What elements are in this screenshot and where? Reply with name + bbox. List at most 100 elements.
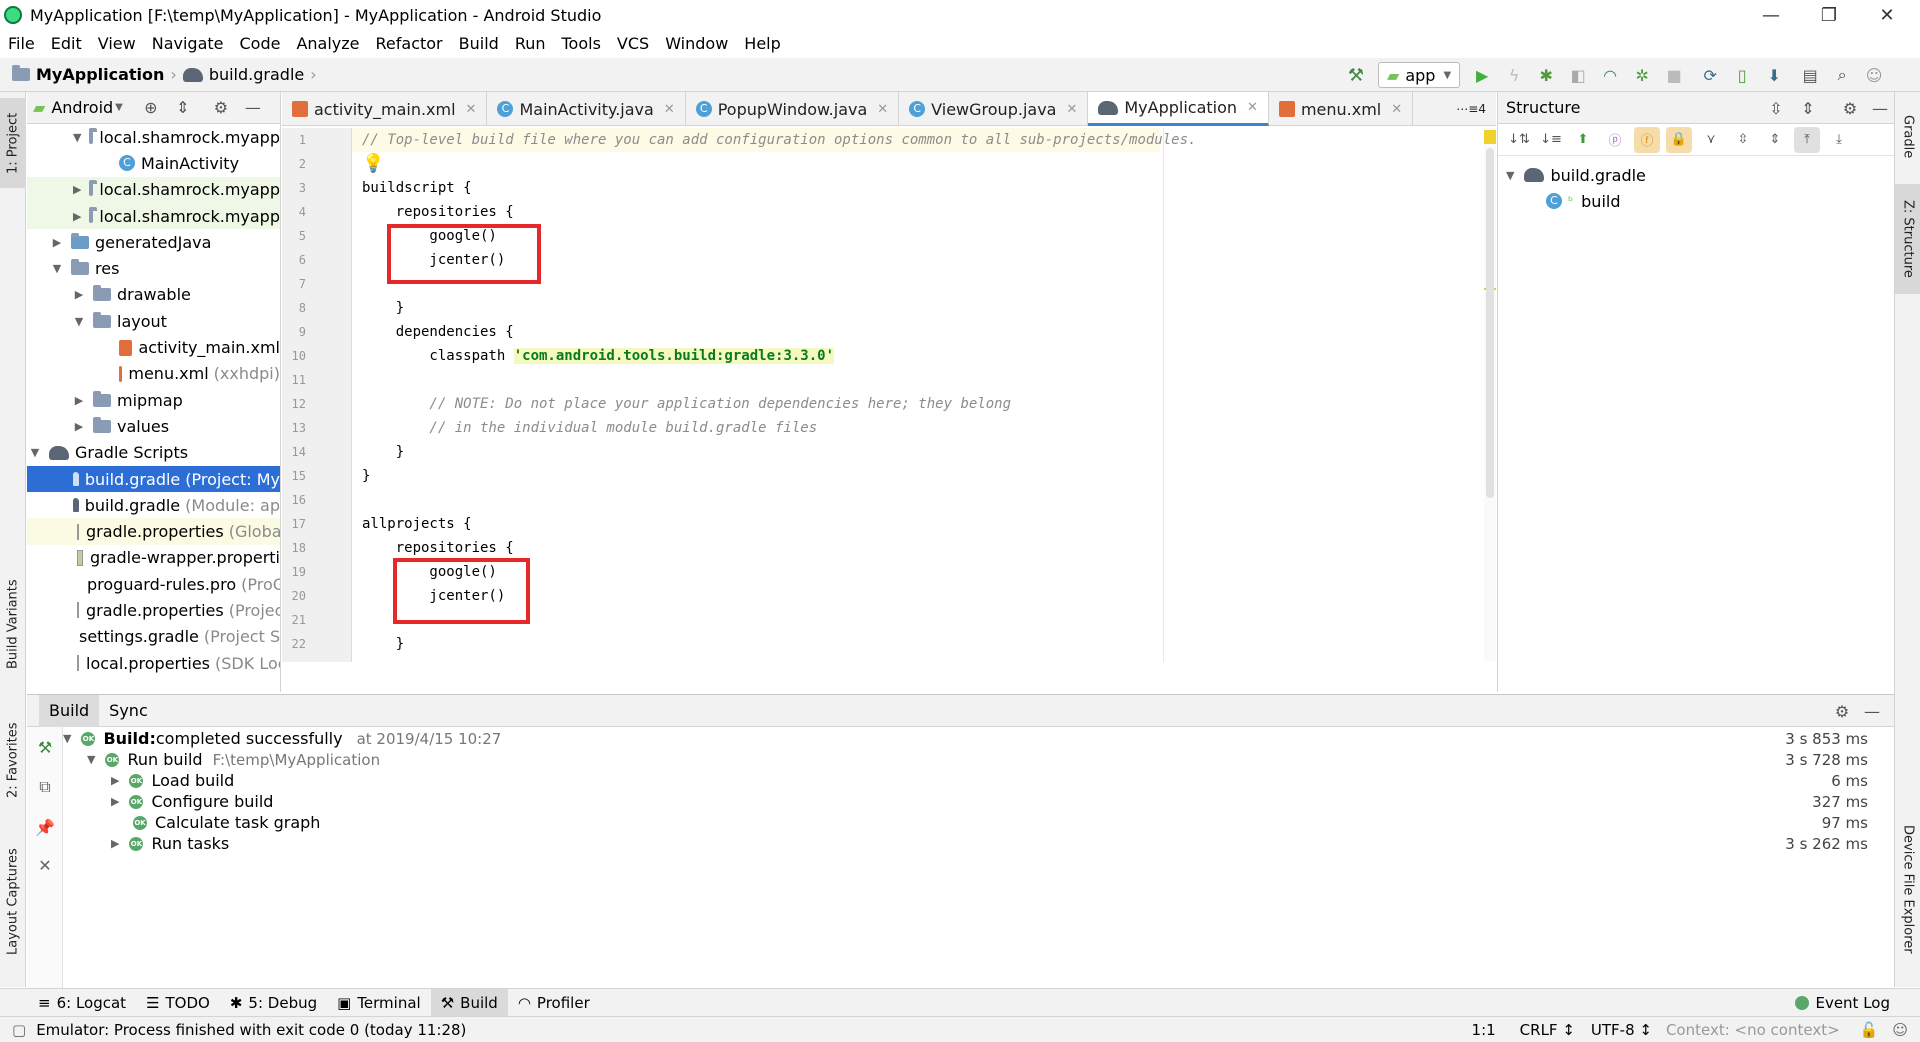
expand-arrow-icon[interactable]: ▼ [29,446,41,459]
menu-navigate[interactable]: Navigate [144,34,232,53]
tab-profiler[interactable]: ◠ Profiler [508,989,600,1017]
sort-alpha-icon[interactable]: ↓≡ [1538,127,1564,153]
tree-row[interactable]: ▶ local.shamrock.myapp [27,202,280,230]
menu-window[interactable]: Window [657,34,736,53]
tree-row[interactable]: menu.xml (xxhdpi) [27,361,280,387]
expand-arrow-icon[interactable]: ▶ [73,420,85,433]
expand-all-icon[interactable]: ⇳ [1730,127,1756,153]
show-non-public-icon[interactable]: 🔒 [1666,126,1692,153]
tree-row[interactable]: C MainActivity [27,150,280,176]
tree-row[interactable]: ▶ generatedJava [27,229,280,255]
tab-build-bottom[interactable]: ⚒ Build [430,988,508,1017]
close-tab-icon[interactable]: ✕ [877,102,888,117]
line-separator[interactable]: CRLF ↕ [1520,1021,1575,1039]
status-message[interactable]: Emulator: Process finished with exit cod… [36,1021,466,1039]
editor-scrollbar[interactable] [1484,128,1496,662]
autoscroll-from-source-icon[interactable]: ⤓ [1826,127,1852,153]
menu-run[interactable]: Run [507,34,554,53]
inspector-icon[interactable]: ☺ [1892,1021,1908,1039]
hide-panel-icon[interactable]: — [241,96,265,120]
expand-all-icon[interactable]: ⇳ [1764,96,1788,120]
tab-mainactivity-java[interactable]: C MainActivity.java ✕ [487,92,686,126]
tree-row[interactable]: settings.gradle (Project S [27,624,280,650]
scroll-thumb[interactable] [1486,148,1494,498]
menu-analyze[interactable]: Analyze [288,34,367,53]
gear-icon[interactable]: ⚙ [1830,699,1854,723]
event-log-button[interactable]: Event Log [1785,989,1900,1017]
tree-row[interactable]: activity_main.xml [27,334,280,360]
gear-icon[interactable]: ⚙ [1838,96,1862,120]
gradle-tool-tab[interactable]: Gradle [1895,102,1920,172]
close-tab-icon[interactable]: ✕ [664,102,675,117]
stop-icon[interactable]: ■ [1662,63,1686,87]
close-tab-icon[interactable]: ✕ [1066,102,1077,117]
menu-edit[interactable]: Edit [43,34,90,53]
tree-row[interactable]: ▶ local.shamrock.myapp [27,176,280,203]
tree-row[interactable]: local.properties (SDK Loc [27,650,280,676]
debug-icon[interactable]: ✱ [1534,63,1558,87]
menu-tools[interactable]: Tools [554,34,609,53]
show-properties-icon[interactable]: ⓟ [1602,127,1628,153]
warning-marker[interactable] [1484,130,1496,144]
expand-arrow-icon[interactable]: ▼ [63,732,71,745]
tree-row[interactable]: build.gradle (Module: ap [27,492,280,518]
menu-view[interactable]: View [90,34,144,53]
collapse-all-icon[interactable]: ⇕ [171,96,195,120]
tree-row[interactable]: proguard-rules.pro (ProG [27,571,280,597]
minimize-button[interactable]: — [1742,0,1800,30]
expand-arrow-icon[interactable]: ▼ [73,131,81,144]
collapse-all-icon[interactable]: ⇕ [1796,96,1820,120]
close-tab-icon[interactable]: ✕ [1391,102,1402,117]
tab-viewgroup-java[interactable]: C ViewGroup.java ✕ [899,92,1089,126]
build-row[interactable]: ▶ OK Run tasks [111,833,229,854]
run-config-select[interactable]: ▰ app ▼ [1378,62,1461,88]
breadcrumb-file[interactable]: build.gradle [177,65,310,84]
gear-icon[interactable]: ⚙ [209,96,233,120]
tab-terminal[interactable]: ▣ Terminal [327,989,431,1017]
build-row[interactable]: OK Calculate task graph [133,812,320,833]
expand-arrow-icon[interactable]: ▼ [1506,169,1514,182]
tree-row[interactable]: ▼ local.shamrock.myapp [27,124,280,150]
breadcrumb-project[interactable]: MyApplication [6,65,170,84]
expand-arrow-icon[interactable]: ▼ [51,262,63,275]
build-row[interactable]: ▶ OK Load build [111,770,234,791]
expand-arrow-icon[interactable]: ▶ [111,795,119,808]
tree-row[interactable]: ▶ drawable [27,282,280,308]
structure-tree-row[interactable]: C ᵇ build [1498,188,1894,214]
sdk-manager-icon[interactable]: ⬇ [1762,63,1786,87]
tree-row[interactable]: ▶ mipmap [27,387,280,413]
make-project-icon[interactable]: ⚒ [1344,63,1368,87]
close-button[interactable]: ✕ [1858,0,1916,30]
favorites-tool-tab[interactable]: 2: Favorites [0,712,26,808]
sort-by-type-icon[interactable]: ↓⇅ [1506,127,1532,153]
tree-row[interactable]: gradle.properties (Projec [27,597,280,623]
autoscroll-to-source-icon[interactable]: ⤒ [1794,126,1820,153]
expand-arrow-icon[interactable]: ▶ [111,837,119,850]
tree-row[interactable]: ▼ Gradle Scripts [27,440,280,466]
close-tab-icon[interactable]: ✕ [1247,100,1258,115]
build-row[interactable]: ▼ OK Run build F:\temp\MyApplication [87,749,380,770]
tab-menu-xml[interactable]: menu.xml ✕ [1269,92,1414,126]
expand-arrow-icon[interactable]: ▼ [73,315,85,328]
menu-build[interactable]: Build [451,34,507,53]
tab-popupwindow-java[interactable]: C PopupWindow.java ✕ [686,92,900,126]
tab-debug[interactable]: ✱ 5: Debug [220,989,327,1017]
menu-file[interactable]: File [0,34,43,53]
build-row[interactable]: ▼ OK Build: completed successfully at 20… [63,728,501,749]
expand-arrow-icon[interactable]: ▶ [73,394,85,407]
project-tool-tab[interactable]: 1: Project [0,98,26,188]
menu-refactor[interactable]: Refactor [368,34,451,53]
sync-gradle-icon[interactable]: ⟳ [1698,63,1722,87]
attach-debugger-icon[interactable]: ✲ [1630,63,1654,87]
hide-panel-icon[interactable]: — [1868,96,1892,120]
tree-row[interactable]: gradle.properties (Global [27,518,280,545]
rebuild-icon[interactable]: ⚒ [33,735,57,759]
avd-manager-icon[interactable]: ▯ [1730,63,1754,87]
expand-arrow-icon[interactable]: ▶ [73,288,85,301]
caret-position[interactable]: 1:1 [1472,1021,1496,1039]
structure-tree-row[interactable]: ▼ build.gradle [1498,162,1894,188]
show-lambdas-icon[interactable]: ⋎ [1698,127,1724,153]
tree-row-selected[interactable]: build.gradle (Project: My [27,465,280,493]
tab-sync[interactable]: Sync [99,695,158,727]
build-variants-tool-tab[interactable]: Build Variants [0,574,26,674]
